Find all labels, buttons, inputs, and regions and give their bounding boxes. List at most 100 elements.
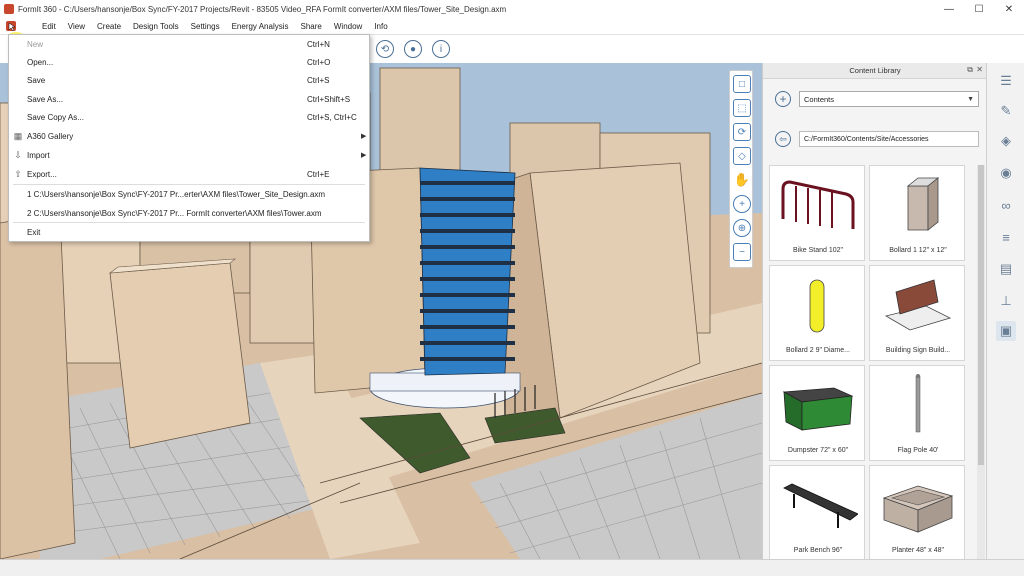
window-controls: — ☐ ✕ <box>934 0 1024 18</box>
panel-title: Content Library <box>849 66 901 75</box>
app-icon <box>4 4 14 14</box>
panel-switcher: ☰ ✎ ◈ ◉ ∞ ≡ ▤ ⊥ ▣ <box>986 63 1024 559</box>
import-icon: ⇩ <box>14 149 22 160</box>
panel-close-icon[interactable]: ✕ <box>976 65 983 74</box>
file-menu-dropdown: New Ctrl+N Open... Ctrl+O Save Ctrl+S Sa… <box>8 34 370 242</box>
add-content-icon[interactable]: + <box>775 91 791 107</box>
sketch-icon[interactable]: ⊥ <box>996 291 1016 311</box>
file-menu-a360-gallery[interactable]: ▦ A360 Gallery ▶ <box>9 127 369 145</box>
library-path: C:/FormIt360/Contents/Site/Accessories <box>799 131 979 147</box>
gallery-icon: ▦ <box>13 130 23 141</box>
share-icon[interactable]: ⟲ <box>376 40 394 58</box>
levels-icon[interactable]: ▤ <box>996 259 1016 279</box>
scrollbar-thumb[interactable] <box>978 165 984 465</box>
file-menu-recent-1[interactable]: 1 C:\Users\hansonje\Box Sync\FY-2017 Pr.… <box>9 185 369 203</box>
file-menu-open[interactable]: Open... Ctrl+O <box>9 53 369 71</box>
submenu-arrow-icon: ▶ <box>361 152 367 159</box>
properties-icon[interactable]: ☰ <box>996 71 1016 91</box>
item-label: Bike Stand 102" <box>793 247 843 254</box>
library-item[interactable]: Park Bench 96" <box>769 465 865 559</box>
title-bar: FormIt 360 - C:/Users/hansonje/Box Sync/… <box>0 0 1024 18</box>
submenu-arrow-icon: ▶ <box>361 133 367 140</box>
pan-hand-icon[interactable]: ✋ <box>733 171 751 189</box>
library-grid: Bike Stand 102" Bollard 1 12" x 12" Boll… <box>769 165 975 559</box>
chevron-down-icon: ▼ <box>967 95 974 103</box>
library-item[interactable]: Planter 48" x 48" <box>869 465 965 559</box>
file-menu-save-as[interactable]: Save As... Ctrl+Shift+S <box>9 90 369 108</box>
menu-item-label: Exit <box>27 227 41 237</box>
layers-icon[interactable]: ≡ <box>996 227 1016 247</box>
zoom-extents-icon[interactable]: □ <box>733 75 751 93</box>
menu-item-shortcut: Ctrl+N <box>307 39 330 49</box>
close-button[interactable]: ✕ <box>994 0 1024 18</box>
zoom-in-icon[interactable]: + <box>733 195 751 213</box>
item-label: Building Sign Build... <box>885 347 951 354</box>
view-cube-icon[interactable]: ⬚ <box>733 99 751 117</box>
materials-icon[interactable]: ✎ <box>996 101 1016 121</box>
library-item[interactable]: Building Sign Build... <box>869 265 965 361</box>
library-item[interactable]: Flag Pole 40' <box>869 365 965 461</box>
scenes-icon[interactable]: ◉ <box>996 163 1016 183</box>
menu-item-label: Save Copy As... <box>27 112 84 122</box>
file-menu-export[interactable]: ⇧ Export... Ctrl+E <box>9 165 369 183</box>
info-icon[interactable]: i <box>432 40 450 58</box>
zoom-window-icon[interactable]: ⊕ <box>733 219 751 237</box>
content-library-header: Content Library ⧉ ✕ <box>763 63 987 79</box>
zoom-out-icon[interactable]: − <box>733 243 751 261</box>
library-item[interactable]: Dumpster 72" x 60" <box>769 365 865 461</box>
menu-design-tools[interactable]: Design Tools <box>127 18 185 35</box>
item-label: Bollard 1 12" x 12" <box>889 247 947 254</box>
flag-pole-thumbnail <box>915 374 921 433</box>
maximize-button[interactable]: ☐ <box>964 0 994 18</box>
status-bar <box>0 559 1024 576</box>
styles-icon[interactable]: ∞ <box>996 195 1016 215</box>
item-label: Flag Pole 40' <box>897 447 939 454</box>
back-arrow-icon[interactable]: ⇦ <box>775 131 791 147</box>
item-label: Bollard 2 9" Diame... <box>786 347 850 354</box>
menu-info[interactable]: Info <box>368 18 393 35</box>
library-item[interactable]: Bike Stand 102" <box>769 165 865 261</box>
groups-icon[interactable]: ◈ <box>996 131 1016 151</box>
file-menu-save-copy-as[interactable]: Save Copy As... Ctrl+S, Ctrl+C <box>9 108 369 126</box>
content-library-icon[interactable]: ▣ <box>996 321 1016 341</box>
formit-logo-icon <box>6 21 16 32</box>
library-item[interactable]: Bollard 2 9" Diame... <box>769 265 865 361</box>
menu-share[interactable]: Share <box>295 18 328 35</box>
menu-settings[interactable]: Settings <box>185 18 226 35</box>
perspective-icon[interactable]: ◇ <box>733 147 751 165</box>
menu-item-shortcut: Ctrl+O <box>307 57 331 67</box>
menu-item-shortcut: Ctrl+S <box>307 75 330 85</box>
menu-item-label: Save <box>27 75 46 85</box>
file-menu-save[interactable]: Save Ctrl+S <box>9 71 369 89</box>
file-menu-exit[interactable]: Exit <box>9 223 369 241</box>
content-source-value: Contents <box>804 94 835 104</box>
menu-item-label: Open... <box>27 57 54 67</box>
menu-create[interactable]: Create <box>91 18 127 35</box>
export-icon: ⇧ <box>14 168 22 179</box>
file-menu-new[interactable]: New Ctrl+N <box>9 35 369 53</box>
orbit-icon[interactable]: ⟳ <box>733 123 751 141</box>
menu-item-label: Import <box>27 150 50 160</box>
menu-item-label: Export... <box>27 169 57 179</box>
undock-icon[interactable]: ⧉ <box>967 65 973 75</box>
park-bench-thumbnail <box>783 483 858 528</box>
menu-edit[interactable]: Edit <box>36 18 62 35</box>
bollard-square-thumbnail <box>906 177 940 231</box>
file-menu-recent-2[interactable]: 2 C:\Users\hansonje\Box Sync\FY-2017 Pr.… <box>9 204 369 222</box>
content-library-panel: Content Library ⧉ ✕ + Contents ▼ ⇦ C:/Fo… <box>762 63 987 559</box>
view-toolbar: □ ⬚ ⟳ ◇ ✋ + ⊕ − <box>729 70 753 268</box>
menu-item-label: 1 C:\Users\hansonje\Box Sync\FY-2017 Pr.… <box>27 189 326 199</box>
user-icon[interactable]: ● <box>404 40 422 58</box>
library-scrollbar[interactable] <box>977 165 985 559</box>
file-menu-import[interactable]: ⇩ Import ▶ <box>9 146 369 164</box>
content-source-select[interactable]: Contents ▼ <box>799 91 979 107</box>
menu-window[interactable]: Window <box>328 18 368 35</box>
menu-item-shortcut: Ctrl+Shift+S <box>307 94 351 104</box>
menu-view[interactable]: View <box>62 18 91 35</box>
library-item[interactable]: Bollard 1 12" x 12" <box>869 165 965 261</box>
menu-item-shortcut: Ctrl+S, Ctrl+C <box>307 112 357 122</box>
menu-energy-analysis[interactable]: Energy Analysis <box>226 18 295 35</box>
menu-item-label: Save As... <box>27 94 64 104</box>
minimize-button[interactable]: — <box>934 0 964 18</box>
file-menu-button[interactable] <box>0 18 30 60</box>
